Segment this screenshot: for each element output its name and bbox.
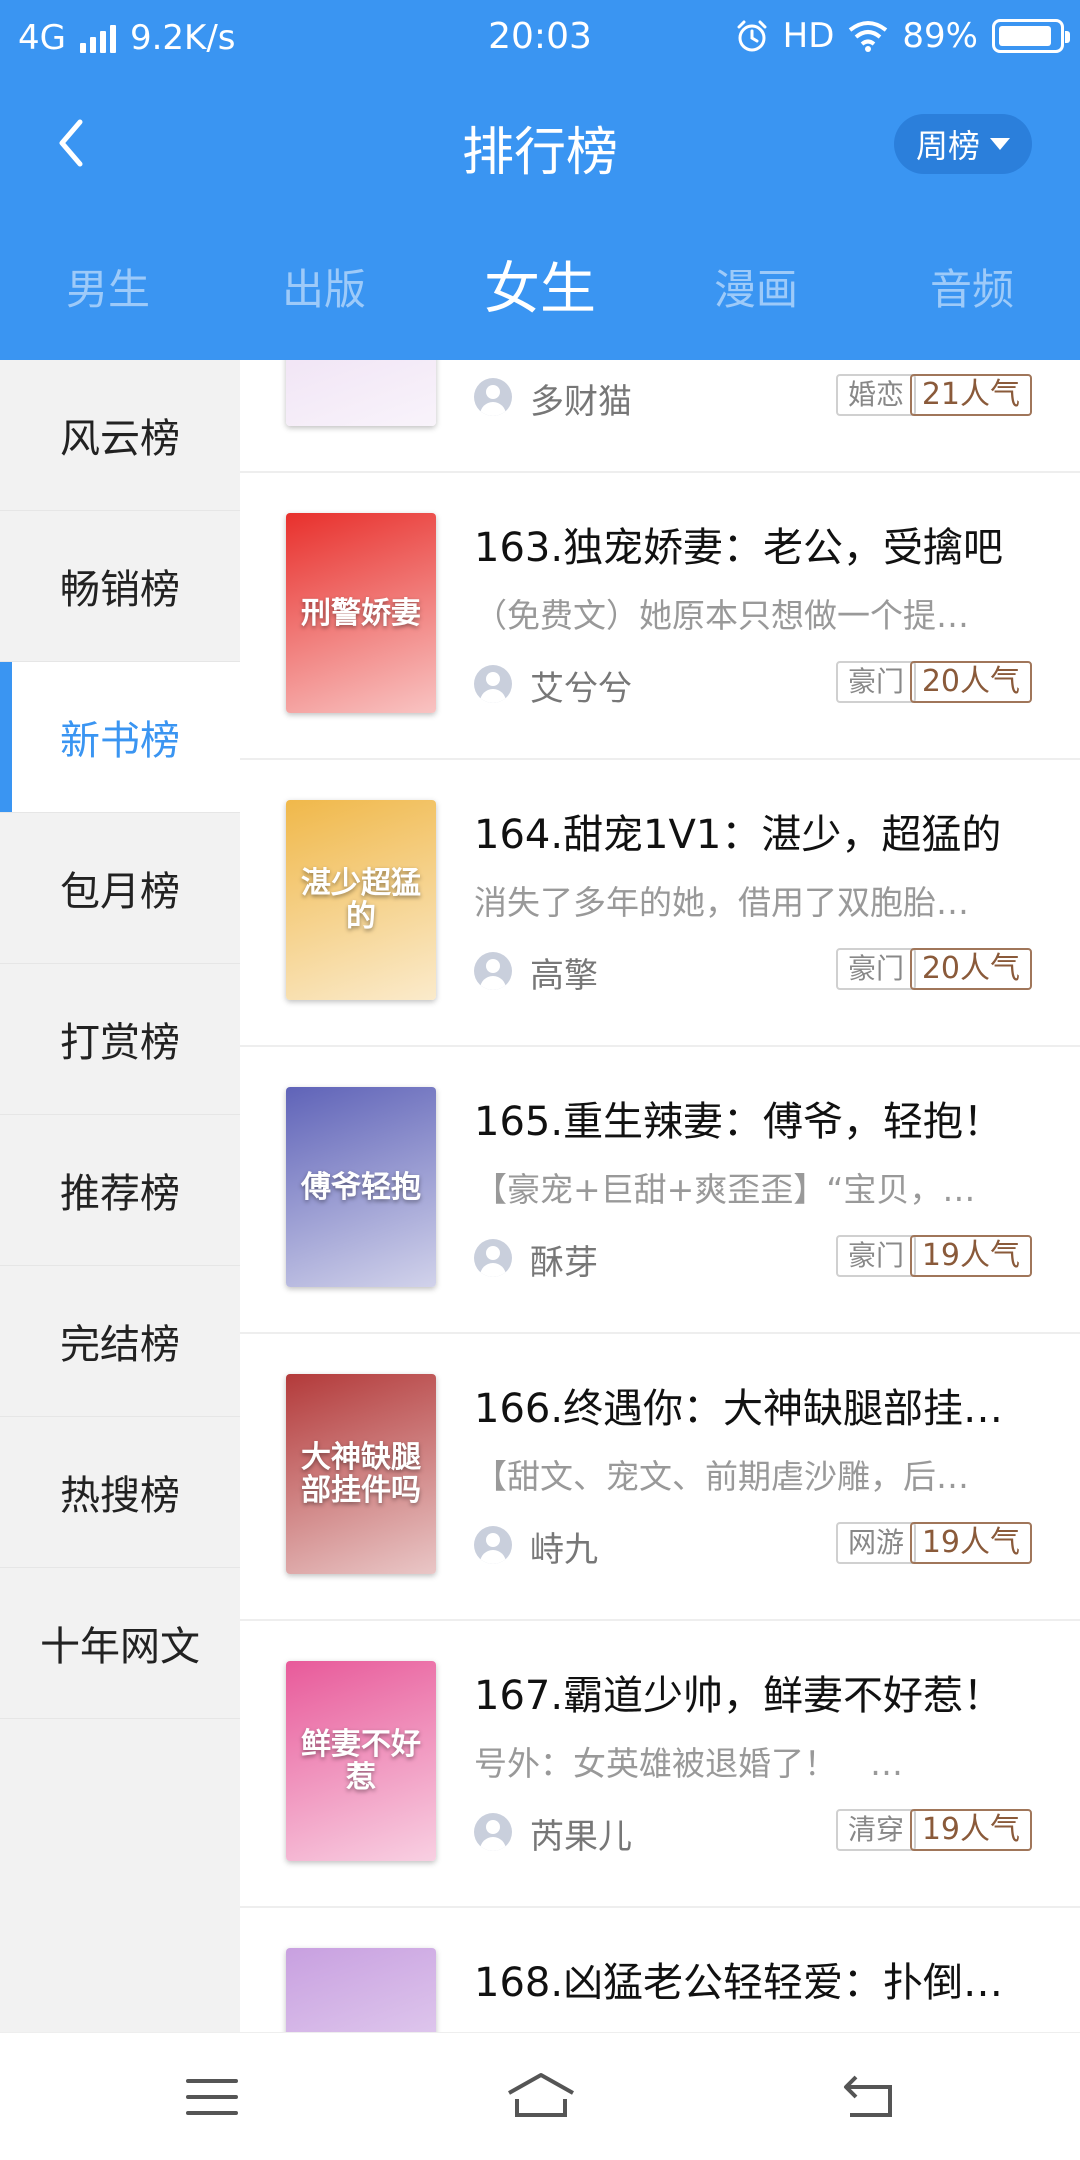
sidebar-item-4[interactable]: 打赏榜	[0, 964, 240, 1115]
book-list: 轻点抱 多财猫 婚恋21人气刑警娇妻 163.独宠娇妻：老公，受擒吧 （免费文）她原本只…	[240, 360, 1080, 2032]
genre-tag: 网游	[835, 1522, 916, 1564]
author-name: 多财猫	[530, 382, 632, 422]
sidebar-item-7[interactable]: 热搜榜	[0, 1417, 240, 1568]
book-description: 【豪宠+巨甜+爽歪歪】“宝贝，…	[474, 1170, 976, 1209]
author-avatar-icon	[474, 665, 512, 703]
author-avatar-icon	[474, 1526, 512, 1564]
book-description: 号外：女英雄被退婚了！ …	[474, 1744, 903, 1783]
genre-tag: 清穿	[835, 1809, 916, 1851]
popularity-tag: 19人气	[909, 1809, 1032, 1851]
caret-down-icon	[990, 138, 1010, 150]
cover-title: 大神缺腿部挂件吗	[301, 1440, 421, 1508]
status-right: HD 89%	[735, 16, 1070, 56]
genre-tag: 婚恋	[835, 374, 916, 416]
book-cover[interactable]: 大神缺腿部挂件吗	[286, 1374, 436, 1574]
menu-icon[interactable]	[182, 2069, 242, 2125]
popularity-tag: 19人气	[909, 1235, 1032, 1277]
book-title[interactable]: 166.终遇你：大神缺腿部挂…	[474, 1376, 1054, 1434]
sidebar-item-6[interactable]: 完结榜	[0, 1266, 240, 1417]
book-title[interactable]: 164.甜宠1V1：湛少，超猛的	[474, 802, 1054, 860]
popularity-tag: 20人气	[909, 661, 1032, 703]
book-row[interactable]: 傅爷轻抱 165.重生辣妻：傅爷，轻抱！ 【豪宠+巨甜+爽歪歪】“宝贝，… 酥芽 豪门 1…	[240, 1047, 1080, 1334]
genre-tag: 豪门	[835, 948, 916, 990]
book-description: 【甜文、宠文、前期虐沙雕，后…	[474, 1457, 969, 1496]
sidebar-item-5[interactable]: 推荐榜	[0, 1115, 240, 1266]
author-name: 峙九	[530, 1530, 598, 1570]
status-bar: 4G 9.2K/s 20:03 HD 89%	[0, 0, 1080, 72]
nav-bar: 排行榜 周榜	[0, 80, 1080, 210]
book-description: 哥哥莫名失踪，她被抓回来，女…	[474, 2024, 1054, 2032]
book-row[interactable]: 湛少超猛的 164.甜宠1V1：湛少，超猛的消失了多年的她，借用了双胞胎… 高擎 豪门…	[240, 760, 1080, 1047]
period-dropdown[interactable]: 周榜	[893, 114, 1032, 174]
book-cover[interactable]	[286, 1948, 436, 2032]
book-cover[interactable]: 鲜妻不好惹	[286, 1661, 436, 1861]
tab-3[interactable]: 漫画	[648, 250, 864, 330]
sidebar-item-2[interactable]: 新书榜	[0, 662, 240, 813]
ranking-sidebar: 风云榜 畅销榜 新书榜 包月榜 打赏榜 推荐榜 完结榜 热搜榜 十年网文	[0, 360, 240, 2032]
author-avatar-icon	[474, 1813, 512, 1851]
hd-label: HD	[782, 16, 835, 56]
back-nav-icon[interactable]	[838, 2069, 898, 2125]
book-title[interactable]: 168.凶猛老公轻轻爱：扑倒…	[474, 1950, 1054, 2008]
category-tabs: 男生 出版 女生 漫画 音频	[0, 250, 1080, 330]
home-icon[interactable]	[505, 2069, 577, 2125]
book-row[interactable]: 刑警娇妻 163.独宠娇妻：老公，受擒吧 （免费文）她原本只想做一个提… 艾兮兮 豪门 2…	[240, 473, 1080, 760]
battery-icon	[992, 19, 1070, 53]
system-nav-bar	[0, 2032, 1080, 2160]
battery-fill	[999, 26, 1051, 46]
popularity-tag: 21人气	[909, 374, 1032, 416]
alarm-icon	[737, 20, 767, 52]
battery-percent: 89%	[902, 16, 978, 56]
book-row[interactable]: 鲜妻不好惹 167.霸道少帅，鲜妻不好惹！ 号外：女英雄被退婚了！ … 芮果儿 清穿 19…	[240, 1621, 1080, 1908]
author-avatar-icon	[474, 952, 512, 990]
popularity-tag: 19人气	[909, 1522, 1032, 1564]
sidebar-item-3[interactable]: 包月榜	[0, 813, 240, 964]
author-avatar-icon	[474, 378, 512, 416]
cover-title: 湛少超猛的	[301, 866, 421, 934]
period-label: 周榜	[915, 127, 980, 165]
book-cover[interactable]: 轻点抱	[286, 360, 436, 426]
book-row[interactable]: 轻点抱 多财猫 婚恋21人气	[240, 360, 1080, 473]
genre-tag: 豪门	[835, 1235, 916, 1277]
tab-4[interactable]: 音频	[864, 250, 1080, 330]
wifi-icon	[849, 21, 888, 52]
book-cover[interactable]: 刑警娇妻	[286, 513, 436, 713]
app-header: 4G 9.2K/s 20:03 HD 89% 排行榜 周榜 男生 出版 女生 漫…	[0, 0, 1080, 360]
author-name: 芮果儿	[530, 1817, 632, 1857]
tab-0[interactable]: 男生	[0, 250, 216, 330]
book-list-container[interactable]: 轻点抱 多财猫 婚恋21人气刑警娇妻 163.独宠娇妻：老公，受擒吧 （免费文）她原本只…	[240, 360, 1080, 2032]
book-description: （免费文）她原本只想做一个提…	[474, 596, 969, 635]
sidebar-item-0[interactable]: 风云榜	[0, 360, 240, 511]
tab-1[interactable]: 出版	[216, 250, 432, 330]
cover-title: 刑警娇妻	[301, 595, 421, 631]
popularity-tag: 20人气	[909, 948, 1032, 990]
book-row[interactable]: 168.凶猛老公轻轻爱：扑倒… 哥哥莫名失踪，她被抓回来，女…	[240, 1908, 1080, 2032]
tab-2[interactable]: 女生	[432, 250, 648, 330]
author-name: 高擎	[530, 956, 598, 996]
author-avatar-icon	[474, 1239, 512, 1277]
book-title[interactable]: 163.独宠娇妻：老公，受擒吧	[474, 515, 1054, 573]
book-cover[interactable]: 湛少超猛的	[286, 800, 436, 1000]
book-description: 消失了多年的她，借用了双胞胎…	[474, 883, 969, 922]
cover-title: 鲜妻不好惹	[301, 1727, 421, 1795]
book-title[interactable]: 167.霸道少帅，鲜妻不好惹！	[474, 1663, 1054, 1721]
cover-title: 傅爷轻抱	[301, 1169, 421, 1205]
author-name: 酥芽	[530, 1243, 598, 1283]
genre-tag: 豪门	[835, 661, 916, 703]
sidebar-item-8[interactable]: 十年网文	[0, 1568, 240, 1719]
author-name: 艾兮兮	[530, 669, 632, 709]
book-title[interactable]: 165.重生辣妻：傅爷，轻抱！	[474, 1089, 1054, 1147]
sidebar-item-1[interactable]: 畅销榜	[0, 511, 240, 662]
book-cover[interactable]: 傅爷轻抱	[286, 1087, 436, 1287]
book-row[interactable]: 大神缺腿部挂件吗 166.终遇你：大神缺腿部挂… 【甜文、宠文、前期虐沙雕，后… 峙九…	[240, 1334, 1080, 1621]
